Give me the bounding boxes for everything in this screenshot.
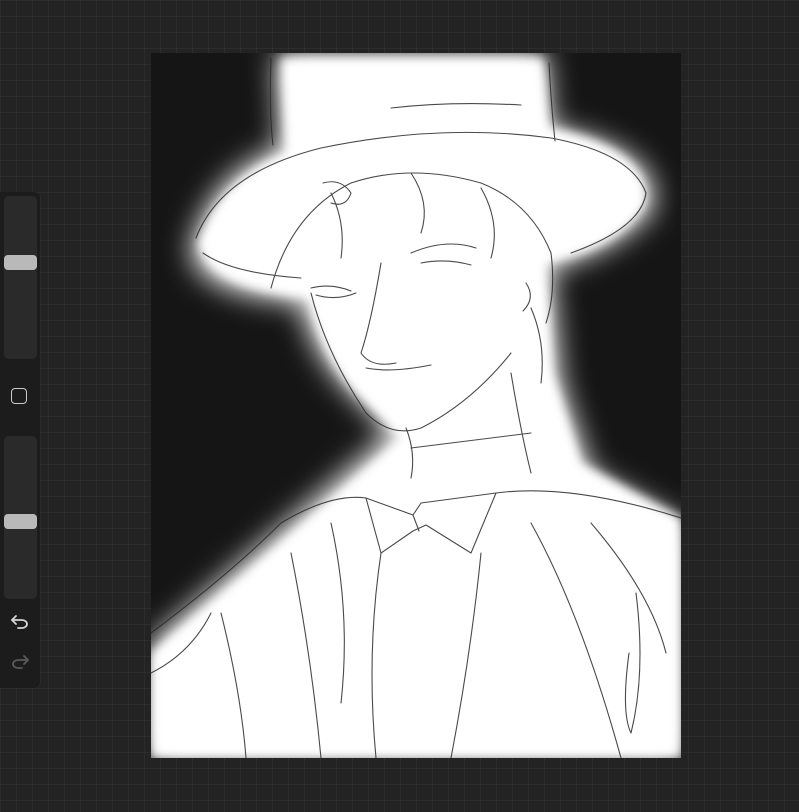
brush-opacity-thumb[interactable]	[4, 514, 37, 529]
redo-button[interactable]	[9, 652, 31, 672]
tool-sidebar	[0, 192, 40, 688]
sketch-artwork	[151, 53, 681, 758]
modify-button[interactable]	[11, 388, 27, 404]
undo-icon	[11, 615, 28, 629]
undo-button[interactable]	[9, 612, 31, 632]
brush-opacity-slider[interactable]	[4, 436, 37, 599]
brush-size-slider[interactable]	[4, 196, 37, 359]
redo-icon	[12, 655, 29, 669]
brush-size-thumb[interactable]	[4, 255, 37, 270]
drawing-canvas[interactable]	[151, 53, 681, 758]
